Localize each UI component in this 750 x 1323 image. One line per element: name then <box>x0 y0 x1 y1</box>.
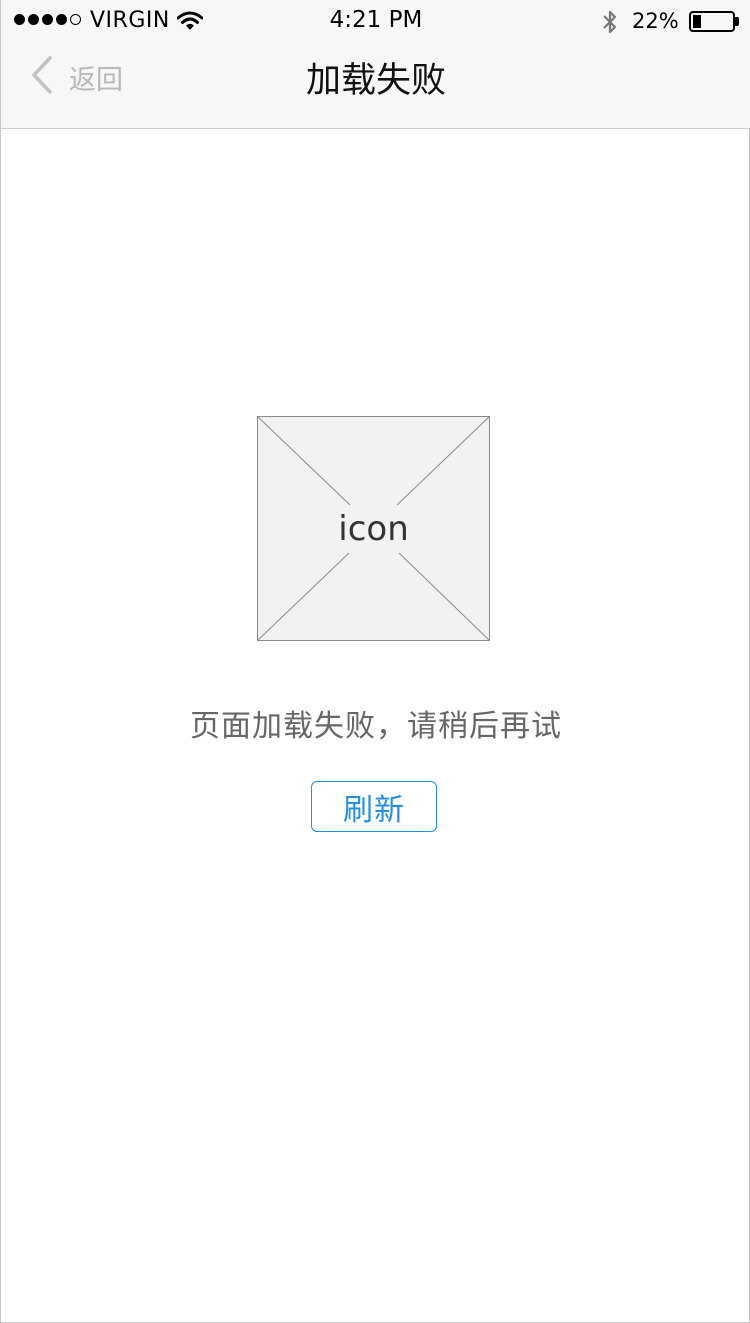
app-screen: VIRGIN 4:21 PM 22% 返回 加载失败 icon 页面加载失败，请… <box>0 0 750 1323</box>
error-message: 页面加载失败，请稍后再试 <box>190 709 562 744</box>
battery-percentage: 22% <box>632 9 679 33</box>
status-bar: VIRGIN 4:21 PM 22% <box>1 0 750 42</box>
bluetooth-icon <box>601 8 619 40</box>
battery-cap <box>735 17 739 26</box>
refresh-button[interactable]: 刷新 <box>311 781 437 832</box>
page-title: 加载失败 <box>305 61 446 101</box>
top-bar: VIRGIN 4:21 PM 22% 返回 加载失败 <box>1 0 750 129</box>
battery-icon <box>689 11 735 32</box>
battery-fill <box>693 15 701 28</box>
icon-placeholder-label: icon <box>338 508 409 549</box>
image-placeholder-icon: icon <box>257 416 490 641</box>
